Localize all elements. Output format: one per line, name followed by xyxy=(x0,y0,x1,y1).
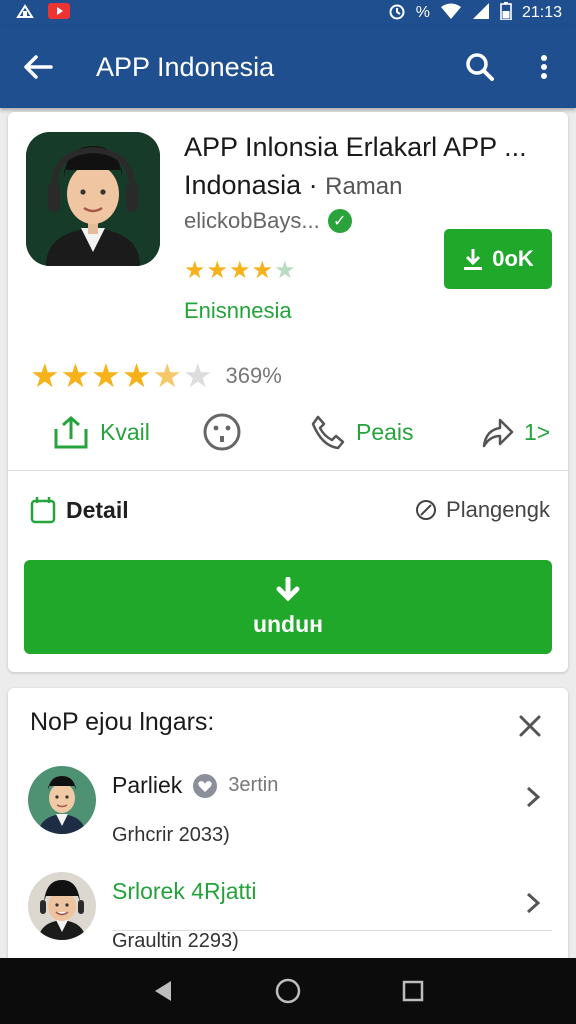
square-recents-icon xyxy=(403,980,424,1002)
nav-back-button[interactable] xyxy=(143,971,183,1011)
search-icon xyxy=(466,53,494,81)
small-rating-stars: ★★★★★ xyxy=(184,256,297,285)
avatar xyxy=(28,872,96,940)
app-name-line2: Indonasia · Raman xyxy=(184,170,403,200)
person-avatar-icon xyxy=(26,132,160,266)
developer-row[interactable]: elickobBays... ✓ xyxy=(184,208,352,234)
forward-icon xyxy=(482,418,514,448)
battery-percent: % xyxy=(415,4,430,21)
status-bar: % 21:13 xyxy=(0,0,576,26)
app-bar: APP Indonesia xyxy=(0,26,576,108)
arrow-left-icon xyxy=(24,55,53,79)
item-subtitle: Grhcrir 2033) xyxy=(112,824,230,846)
forward-button[interactable]: 1> xyxy=(480,402,550,462)
detail-label: Detail xyxy=(66,496,129,523)
star-icon: ★★★★ xyxy=(30,357,153,394)
report-label: Plangengk xyxy=(446,497,550,522)
rating-row: ★★★★★★ 369% xyxy=(30,356,282,395)
app-category[interactable]: Enisnnesia xyxy=(184,298,292,324)
half-star-icon: ★ xyxy=(152,357,183,394)
big-rating-stars: ★★★★★★ xyxy=(30,356,214,395)
rating-percent: 369% xyxy=(225,362,282,388)
signal-icon xyxy=(472,2,490,24)
detail-row: Detail Plangengk xyxy=(8,480,568,540)
app-icon[interactable] xyxy=(26,132,160,266)
report-link[interactable]: Plangengk xyxy=(414,480,550,540)
install-button[interactable]: 0oK xyxy=(444,229,552,289)
share-label: Kvail xyxy=(100,418,150,445)
chevron-right-icon xyxy=(518,782,548,812)
emoji-button[interactable] xyxy=(202,402,242,462)
call-button[interactable]: Peais xyxy=(310,402,414,462)
wifi-icon xyxy=(440,3,462,24)
detail-link[interactable]: Detail xyxy=(30,480,129,540)
clock: 21:13 xyxy=(521,4,562,21)
triangle-back-icon xyxy=(154,981,171,1001)
alarm-icon xyxy=(388,2,406,25)
calendar-icon xyxy=(30,497,56,524)
emoji-icon xyxy=(203,413,241,451)
avatar xyxy=(28,766,96,834)
close-icon xyxy=(519,715,541,737)
heart-badge-icon xyxy=(193,773,218,798)
download-arrow-icon xyxy=(276,576,300,602)
share-button[interactable]: Kvail xyxy=(52,402,150,462)
item-tag: 3ertin xyxy=(228,774,279,796)
phone-icon xyxy=(311,415,345,450)
star-icon: ★★★★ xyxy=(184,257,275,284)
download-icon xyxy=(464,249,483,270)
search-button[interactable] xyxy=(448,26,512,108)
page-title: APP Indonesia xyxy=(96,51,275,82)
list-item[interactable]: Parliek 3ertin Grhcrir 2033) xyxy=(8,758,568,931)
action-row: Kvail Peais 1> xyxy=(8,402,568,462)
item-name: Parliek 3ertin xyxy=(112,772,279,798)
app-name-suffix: Raman xyxy=(325,173,403,200)
divider xyxy=(8,470,568,471)
circle-home-icon xyxy=(275,978,301,1004)
person-avatar-icon xyxy=(38,776,86,834)
navigation-bar xyxy=(0,958,576,1024)
app-name-line1: APP Inlonsia Erlakarl APP ... xyxy=(184,132,527,162)
download-label: unduн xyxy=(252,610,324,637)
close-button[interactable] xyxy=(510,706,550,746)
developer-name: elickobBays... xyxy=(184,208,320,233)
block-icon xyxy=(416,500,437,520)
more-vertical-icon xyxy=(541,55,547,79)
item-name: Srlorek 4Rjatti xyxy=(112,878,257,904)
chevron-right-icon xyxy=(518,888,548,918)
empty-star-icon: ★ xyxy=(182,357,214,394)
call-label: Peais xyxy=(356,418,414,445)
person-avatar-icon xyxy=(38,880,86,940)
app-card: APP Inlonsia Erlakarl APP ... Indonasia … xyxy=(8,112,568,672)
half-star-icon: ★ xyxy=(274,257,297,284)
verified-icon: ✓ xyxy=(327,209,352,233)
app-name: APP Inlonsia Erlakarl APP ... Indonasia … xyxy=(184,128,560,206)
youtube-icon xyxy=(48,2,70,24)
nav-recents-button[interactable] xyxy=(393,971,433,1011)
suggestions-title: NoP ejou lngars: xyxy=(30,708,215,736)
forward-label: 1> xyxy=(524,418,551,445)
battery-icon xyxy=(500,1,512,25)
install-label: 0oK xyxy=(492,246,534,271)
item-subtitle: Graultin 2293) xyxy=(112,930,239,952)
nav-home-button[interactable] xyxy=(268,971,308,1011)
back-button[interactable] xyxy=(0,26,76,108)
share-up-icon xyxy=(54,416,88,449)
suggestions-card: NoP ejou lngars: Parliek 3ertin Grhcrir … xyxy=(8,688,568,988)
more-options-button[interactable] xyxy=(512,26,576,108)
download-button[interactable]: unduн xyxy=(24,560,552,654)
notification-icon xyxy=(16,3,34,24)
